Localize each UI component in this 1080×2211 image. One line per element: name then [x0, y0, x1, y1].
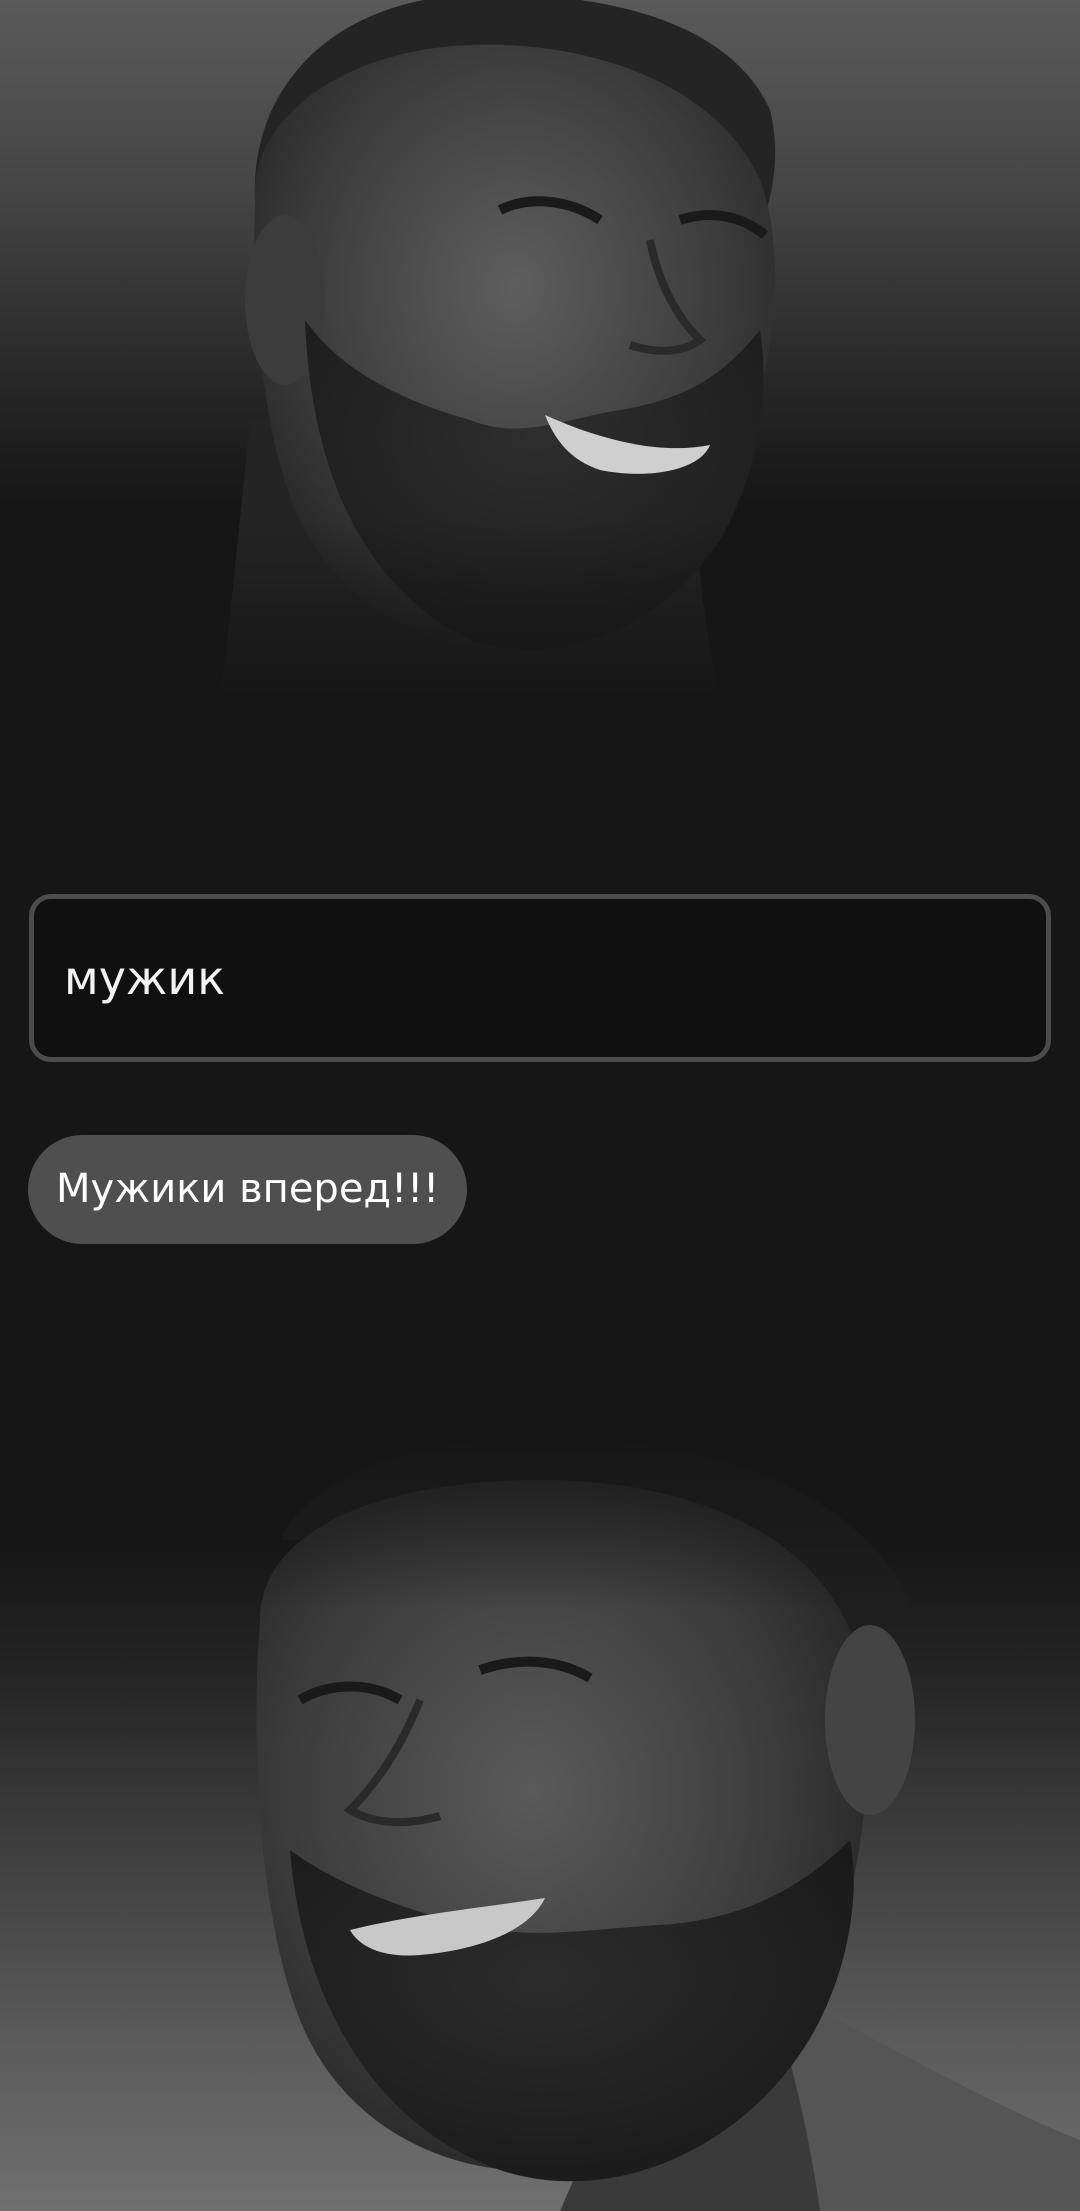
- search-field-container[interactable]: [29, 894, 1051, 1062]
- app-screen: Мужики вперед!!!: [0, 0, 1080, 2211]
- suggestion-chip[interactable]: Мужики вперед!!!: [28, 1135, 468, 1244]
- portrait-photo-bottom: [0, 1420, 1080, 2211]
- header-photo: [0, 0, 1080, 700]
- portrait-photo-top: [0, 0, 1080, 700]
- search-input[interactable]: [64, 899, 1014, 1057]
- footer-photo: [0, 1420, 1080, 2211]
